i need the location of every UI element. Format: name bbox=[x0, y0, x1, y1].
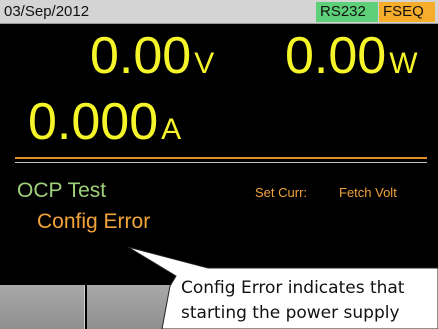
callout-line-1: Config Error indicates that bbox=[181, 278, 405, 298]
callout-line-2: starting the power supply bbox=[181, 303, 400, 323]
device-screen: 03/Sep/2012 RS232 FSEQ 0.00 V 0.00 W 0.000… bbox=[0, 0, 438, 329]
